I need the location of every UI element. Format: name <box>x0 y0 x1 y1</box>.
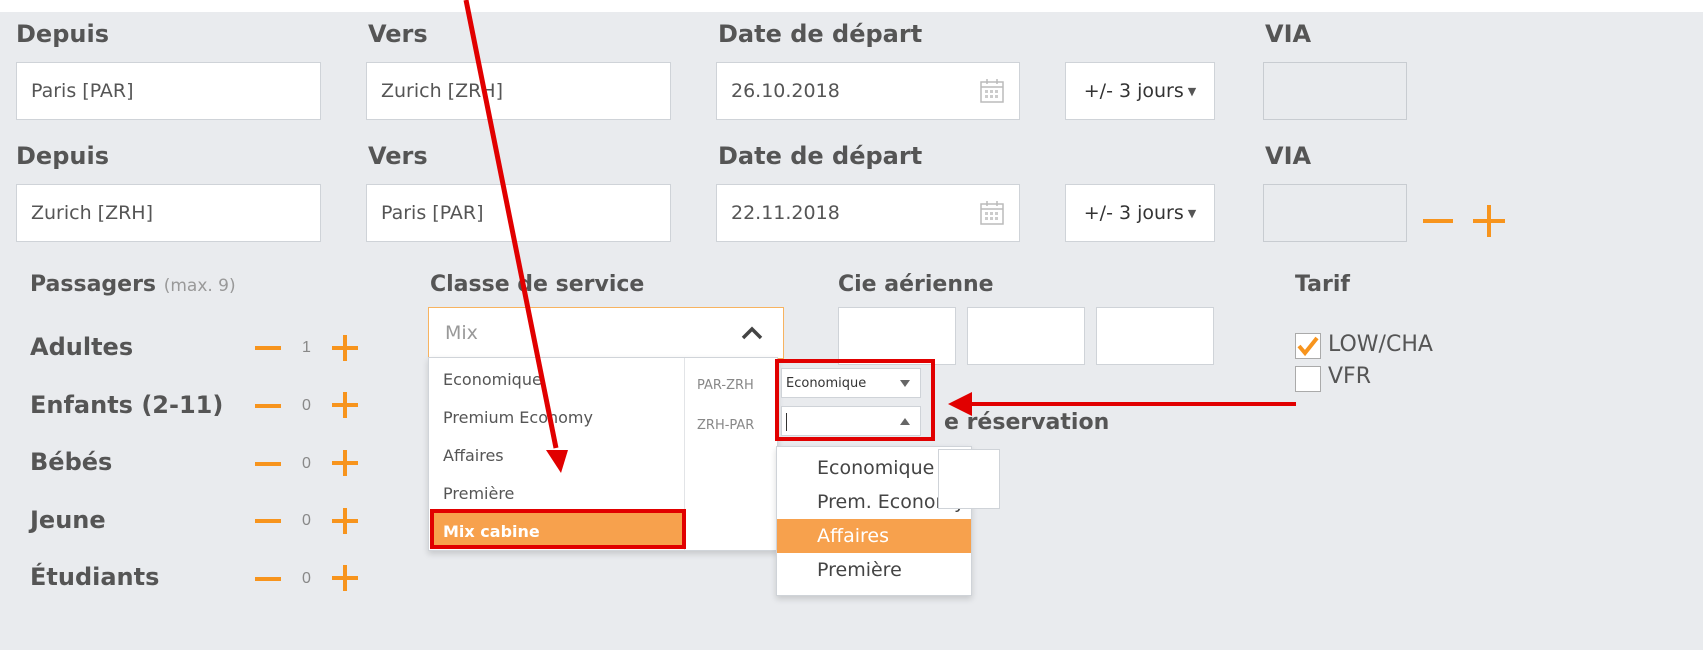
pax-label-students: Étudiants <box>30 563 160 591</box>
segment-route-1: PAR-ZRH <box>697 378 754 393</box>
caret-down-icon: ▼ <box>1187 206 1197 220</box>
youth-minus-button[interactable] <box>255 519 281 523</box>
service-class-label: Classe de service <box>430 272 645 297</box>
date-flex-dropdown-2[interactable]: +/- 3 jours ▼ <box>1065 184 1215 242</box>
from-value-1: Paris [PAR] <box>31 80 134 102</box>
students-count: 0 <box>302 570 311 587</box>
from-input-2[interactable]: Zurich [ZRH] <box>16 184 321 242</box>
date-value-2: 22.11.2018 <box>731 202 840 224</box>
adults-count: 1 <box>302 339 311 356</box>
infants-count: 0 <box>302 455 311 472</box>
via-label-2: VIA <box>1265 142 1312 170</box>
adults-minus-button[interactable] <box>255 346 281 350</box>
remove-segment-button[interactable] <box>1423 219 1453 223</box>
check-icon <box>1297 336 1319 357</box>
segment-option-business[interactable]: Affaires <box>777 519 971 553</box>
segment-option-first[interactable]: Première <box>777 553 971 587</box>
booking-class-label: e réservation <box>944 410 1110 435</box>
to-label-2: Vers <box>368 142 428 170</box>
passengers-max-note: (max. 9) <box>163 276 236 296</box>
add-segment-button[interactable] <box>1473 205 1505 237</box>
airline-input-1[interactable] <box>838 307 956 365</box>
service-class-value: Mix <box>445 322 478 344</box>
children-count: 0 <box>302 397 311 414</box>
adults-plus-button[interactable] <box>332 335 358 361</box>
via-label-1: VIA <box>1265 20 1312 48</box>
service-class-select[interactable]: Mix <box>428 307 784 359</box>
annotation-highlight-segment-selects <box>775 359 935 441</box>
from-value-2: Zurich [ZRH] <box>31 202 154 224</box>
via-input-2[interactable] <box>1263 184 1407 242</box>
low-cha-label: LOW/CHA <box>1328 332 1433 357</box>
airline-input-2[interactable] <box>967 307 1085 365</box>
airline-label: Cie aérienne <box>838 272 994 297</box>
class-option-premium-economy[interactable]: Premium Economy <box>443 408 593 427</box>
infants-plus-button[interactable] <box>332 450 358 476</box>
flex-label-1: +/- 3 jours <box>1083 80 1184 102</box>
calendar-icon[interactable] <box>979 78 1005 104</box>
chevron-up-icon <box>741 326 763 340</box>
from-label-1: Depuis <box>16 20 109 48</box>
youth-plus-button[interactable] <box>332 508 358 534</box>
children-minus-button[interactable] <box>255 404 281 408</box>
infants-minus-button[interactable] <box>255 462 281 466</box>
flex-label-2: +/- 3 jours <box>1083 202 1184 224</box>
date-label-2: Date de départ <box>718 142 923 170</box>
vfr-checkbox[interactable] <box>1295 366 1321 392</box>
date-value-1: 26.10.2018 <box>731 80 840 102</box>
to-value-2: Paris [PAR] <box>381 202 484 224</box>
date-input-1[interactable]: 26.10.2018 <box>716 62 1020 120</box>
airline-input-3[interactable] <box>1096 307 1214 365</box>
to-value-1: Zurich [ZRH] <box>381 80 504 102</box>
children-plus-button[interactable] <box>332 392 358 418</box>
pax-label-adults: Adultes <box>30 333 134 361</box>
annotation-highlight-mix-cabin <box>430 509 686 549</box>
to-input-2[interactable]: Paris [PAR] <box>366 184 671 242</box>
plus-icon-v <box>1487 205 1491 237</box>
class-option-business[interactable]: Affaires <box>443 446 504 465</box>
date-label-1: Date de départ <box>718 20 923 48</box>
via-input-1[interactable] <box>1263 62 1407 120</box>
from-label-2: Depuis <box>16 142 109 170</box>
low-cha-checkbox[interactable] <box>1295 333 1321 359</box>
passengers-title: Passagers (max. 9) <box>30 272 236 297</box>
booking-class-input[interactable] <box>938 449 1000 509</box>
passengers-label: Passagers <box>30 272 157 297</box>
pax-label-children: Enfants (2-11) <box>30 391 224 419</box>
date-flex-dropdown-1[interactable]: +/- 3 jours ▼ <box>1065 62 1215 120</box>
to-label-1: Vers <box>368 20 428 48</box>
class-option-economy[interactable]: Economique <box>443 370 542 389</box>
students-minus-button[interactable] <box>255 577 281 581</box>
pax-label-youth: Jeune <box>30 506 106 534</box>
vfr-label: VFR <box>1328 364 1371 389</box>
from-input-1[interactable]: Paris [PAR] <box>16 62 321 120</box>
caret-down-icon: ▼ <box>1187 84 1197 98</box>
tariff-label: Tarif <box>1295 272 1350 297</box>
segment-route-2: ZRH-PAR <box>697 418 755 433</box>
students-plus-button[interactable] <box>332 565 358 591</box>
to-input-1[interactable]: Zurich [ZRH] <box>366 62 671 120</box>
date-input-2[interactable]: 22.11.2018 <box>716 184 1020 242</box>
class-option-first[interactable]: Première <box>443 484 514 503</box>
youth-count: 0 <box>302 512 311 529</box>
calendar-icon[interactable] <box>979 200 1005 226</box>
pax-label-infants: Bébés <box>30 448 113 476</box>
